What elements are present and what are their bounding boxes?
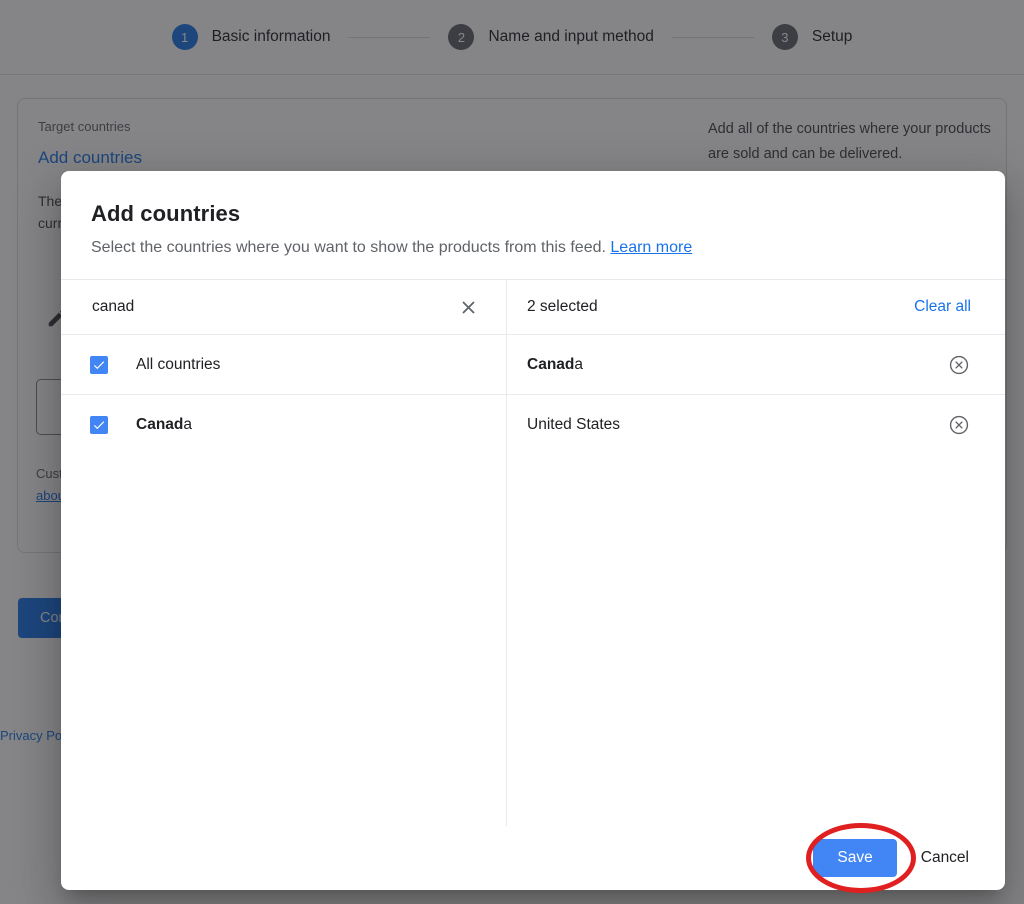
dialog-subtitle-text: Select the countries where you want to s… bbox=[91, 239, 606, 256]
option-label-rest: All countries bbox=[136, 356, 220, 373]
cancel-button[interactable]: Cancel bbox=[915, 849, 975, 867]
search-row bbox=[61, 279, 506, 335]
selected-country-name: United States bbox=[527, 416, 620, 434]
selected-name-match: Canad bbox=[527, 356, 574, 373]
option-label: All countries bbox=[136, 356, 220, 374]
close-icon[interactable] bbox=[456, 295, 480, 319]
remove-circle-icon[interactable] bbox=[947, 413, 971, 437]
selected-country-list: Canada United States bbox=[507, 335, 1005, 826]
option-label-rest: a bbox=[183, 416, 192, 433]
add-countries-dialog: Add countries Select the countries where… bbox=[61, 171, 1005, 890]
checkbox-checked-icon[interactable] bbox=[90, 356, 108, 374]
save-button[interactable]: Save bbox=[813, 839, 896, 877]
selected-count-label: 2 selected bbox=[527, 298, 598, 316]
learn-more-link[interactable]: Learn more bbox=[610, 239, 692, 256]
dialog-title: Add countries bbox=[91, 201, 975, 227]
country-option-list: All countries Canada bbox=[61, 335, 506, 826]
selected-row-canada: Canada bbox=[507, 335, 1005, 395]
dialog-body: All countries Canada 2 s bbox=[61, 279, 1005, 826]
option-row-all-countries[interactable]: All countries bbox=[61, 335, 506, 395]
clear-all-button[interactable]: Clear all bbox=[914, 298, 971, 316]
option-row-canada[interactable]: Canada bbox=[61, 395, 506, 455]
remove-circle-icon[interactable] bbox=[947, 353, 971, 377]
option-label-match: Canad bbox=[136, 416, 183, 433]
option-label: Canada bbox=[136, 416, 192, 434]
selected-name-rest: a bbox=[574, 356, 583, 373]
selected-name-rest: United States bbox=[527, 416, 620, 433]
selected-countries-pane: 2 selected Clear all Canada bbox=[507, 279, 1005, 826]
checkbox-checked-icon[interactable] bbox=[90, 416, 108, 434]
country-search-pane: All countries Canada bbox=[61, 279, 507, 826]
selected-row-united-states: United States bbox=[507, 395, 1005, 455]
selected-country-name: Canada bbox=[527, 356, 583, 374]
dialog-subtitle: Select the countries where you want to s… bbox=[91, 239, 975, 257]
dialog-header: Add countries Select the countries where… bbox=[61, 171, 1005, 257]
search-input[interactable] bbox=[90, 297, 456, 317]
selected-header: 2 selected Clear all bbox=[507, 279, 1005, 335]
dialog-footer: Save Cancel bbox=[61, 826, 1005, 890]
